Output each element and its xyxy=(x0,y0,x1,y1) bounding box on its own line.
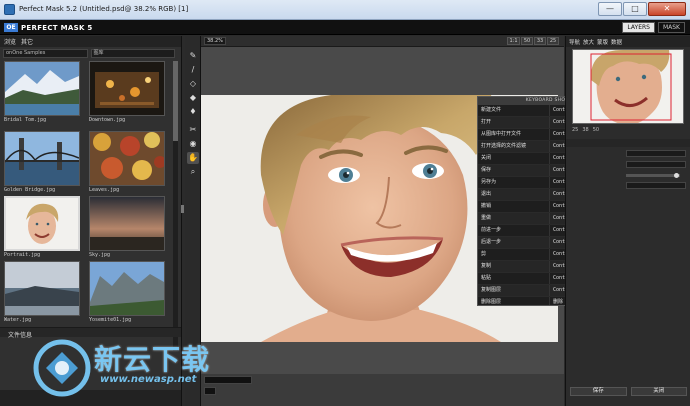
site-watermark: 新云下载 www.newasp.net xyxy=(32,338,232,402)
eraser-tool-icon[interactable]: ◇ xyxy=(187,78,199,90)
app-icon xyxy=(4,4,15,15)
thumbnail-caption: Golden Bridge.jpg xyxy=(4,187,56,193)
thumbnail-image xyxy=(4,61,80,116)
shortcut-command: 另存为 xyxy=(478,177,550,188)
shortcut-command: 粘贴 xyxy=(478,273,550,284)
thumbnail-item[interactable]: Golden Bridge.jpg xyxy=(4,131,80,193)
shortcut-command: 保存 xyxy=(478,165,550,176)
app-name: PERFECT MASK 5 xyxy=(21,23,93,32)
shortcut-command: 后退一步 xyxy=(478,237,550,248)
panel-section-header[interactable] xyxy=(566,139,690,147)
thumbnail-item[interactable]: Yosemite01.jpg xyxy=(89,261,165,323)
nav-zoom-38[interactable]: 38 xyxy=(582,127,588,133)
logo-mark: OE xyxy=(4,23,18,32)
save-button[interactable]: 保存 xyxy=(570,387,627,396)
tab-data[interactable]: 数据 xyxy=(611,38,622,46)
view-25-button[interactable]: 25 xyxy=(547,37,559,45)
mask-slider[interactable] xyxy=(626,174,680,177)
thumbnail-image xyxy=(89,131,166,186)
folder-dropdown[interactable]: onOne Samples xyxy=(3,49,88,58)
app-header: OE PERFECT MASK 5 LAYERS MASK xyxy=(0,20,690,35)
thumbnail-caption: Water.jpg xyxy=(4,317,32,323)
canvas-bottom-bar xyxy=(201,374,564,406)
scrollbar-thumb[interactable] xyxy=(173,61,178,141)
eyedropper-tool-icon[interactable]: ♦ xyxy=(187,106,199,118)
thumbnail-image xyxy=(89,61,165,116)
zoom-field[interactable]: 38.2% xyxy=(204,37,226,45)
mask-field[interactable] xyxy=(626,161,686,168)
brush-tool-icon[interactable]: ✎ xyxy=(187,50,199,62)
thumbnail-image xyxy=(4,261,80,316)
minimize-button[interactable]: — xyxy=(598,2,622,16)
navigator-panel: 导航 放大 蒙版 数据 25 38 50 保存 关闭 xyxy=(565,36,690,406)
window-titlebar: Perfect Mask 5.2 (Untitled.psd@ 38.2% RG… xyxy=(0,0,690,20)
shortcut-command: 复制图层 xyxy=(478,285,550,296)
shortcut-command: 打开 xyxy=(478,117,550,128)
nav-zoom-25[interactable]: 25 xyxy=(572,127,578,133)
close-button[interactable]: ✕ xyxy=(648,2,686,16)
mode-tab-layers[interactable]: LAYERS xyxy=(622,22,655,33)
canvas-toolbar: 38.2% 1:1 50 33 25 xyxy=(201,36,564,47)
tab-mask[interactable]: 蒙版 xyxy=(597,38,608,46)
thumbnail-image xyxy=(4,131,80,186)
app-logo: OE PERFECT MASK 5 xyxy=(4,23,93,32)
hand-tool-icon[interactable]: ✋ xyxy=(187,152,199,164)
shortcut-command: 关闭 xyxy=(478,153,550,164)
shortcut-command: 删除图层 xyxy=(478,297,550,305)
thumbnail-caption: Yosemite01.jpg xyxy=(89,317,132,323)
tab-browse[interactable]: 浏览 xyxy=(4,37,16,46)
thumbnail-image xyxy=(89,261,165,316)
view-1to1-button[interactable]: 1:1 xyxy=(507,37,520,45)
shortcut-command: 撤销 xyxy=(478,201,550,212)
thumbnail-image xyxy=(89,196,165,251)
mask-field[interactable] xyxy=(626,182,686,189)
panel-splitter[interactable] xyxy=(181,205,184,213)
thumbnail-item[interactable]: Sky.jpg xyxy=(89,196,165,258)
thumbnail-caption: Bridal Tom.jpg xyxy=(4,117,47,123)
thumbnail-item[interactable]: Water.jpg xyxy=(4,261,80,323)
thumbnail-image xyxy=(4,196,80,251)
thumbnail-caption: Leaves.jpg xyxy=(89,187,120,193)
thumbnail-caption: Sky.jpg xyxy=(89,252,111,258)
navigator-preview[interactable] xyxy=(572,49,684,124)
watermark-text: 新云下载 xyxy=(94,343,211,376)
thumbnail-caption: Portrait.jpg xyxy=(4,252,41,258)
shortcut-command: 打开选择的文件滤镜 xyxy=(478,141,550,152)
pen-tool-icon[interactable]: / xyxy=(187,64,199,76)
slider-knob[interactable] xyxy=(674,173,679,178)
tab-navigator[interactable]: 导航 xyxy=(569,38,580,46)
blur-tool-icon[interactable]: ◉ xyxy=(187,138,199,150)
tab-zoom[interactable]: 放大 xyxy=(583,38,594,46)
browser-scrollbar[interactable] xyxy=(173,61,178,351)
bucket-tool-icon[interactable]: ◆ xyxy=(187,92,199,104)
thumbnail-caption: Downtown.jpg xyxy=(89,117,126,123)
zoom-tool-icon[interactable]: ⌕ xyxy=(187,166,199,178)
shortcut-command: 退出 xyxy=(478,189,550,200)
nav-zoom-50[interactable]: 50 xyxy=(593,127,599,133)
shortcut-command: 从图库中打开文件 xyxy=(478,129,550,140)
shortcut-command: 前进一步 xyxy=(478,225,550,236)
watermark-url: www.newasp.net xyxy=(100,374,197,385)
thumbnail-item[interactable]: Downtown.jpg xyxy=(89,61,165,123)
file-info-header[interactable]: 文件信息 xyxy=(0,327,181,339)
view-50-button[interactable]: 50 xyxy=(521,37,533,45)
thumbnail-item[interactable]: Bridal Tom.jpg xyxy=(4,61,80,123)
maximize-button[interactable]: □ xyxy=(623,2,647,16)
file-info-label: 文件信息 xyxy=(8,332,33,339)
thumbnail-item[interactable]: Leaves.jpg xyxy=(89,131,166,193)
shortcut-command: 重做 xyxy=(478,213,550,224)
view-33-button[interactable]: 33 xyxy=(534,37,546,45)
watermark-logo-icon xyxy=(33,339,91,397)
mode-tab-mask[interactable]: MASK xyxy=(657,22,685,33)
mask-field[interactable] xyxy=(626,150,686,157)
library-dropdown[interactable]: 图库 xyxy=(90,49,175,58)
chisel-tool-icon[interactable]: ✂ xyxy=(187,124,199,136)
shortcut-command: 剪 xyxy=(478,249,550,260)
window-title: Perfect Mask 5.2 (Untitled.psd@ 38.2% RG… xyxy=(19,5,189,13)
shortcut-command: 复制 xyxy=(478,261,550,272)
thumbnail-item-selected[interactable]: Portrait.jpg xyxy=(4,196,80,258)
tab-other[interactable]: 其它 xyxy=(21,37,33,46)
close-panel-button[interactable]: 关闭 xyxy=(630,387,687,396)
shortcut-command: 新建文件 xyxy=(478,105,550,116)
